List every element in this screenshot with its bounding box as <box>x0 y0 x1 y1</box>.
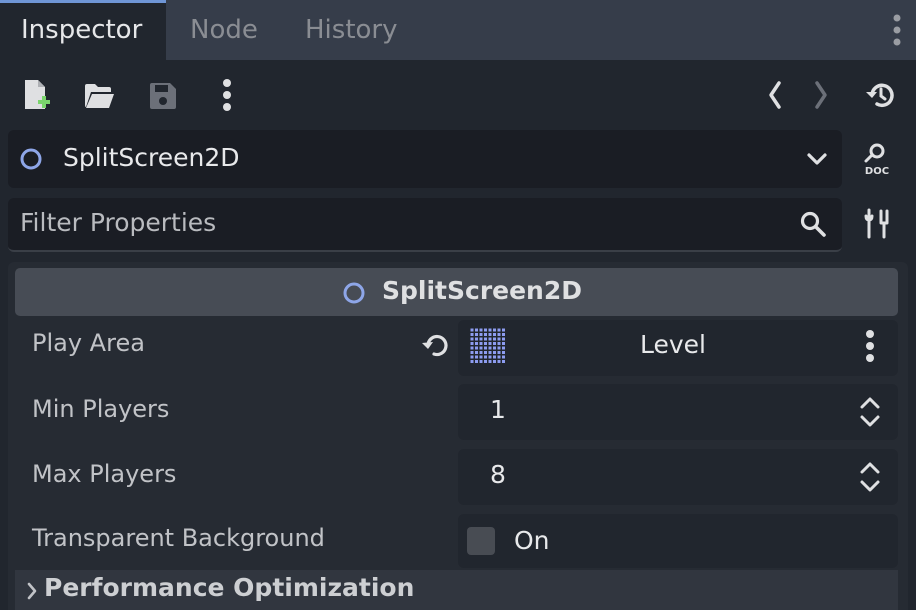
more-vertical-icon[interactable] <box>860 328 880 364</box>
property-label: Max Players <box>32 460 177 488</box>
property-label: Min Players <box>32 395 170 423</box>
doc-help-icon[interactable]: DOC <box>856 138 898 180</box>
max-players-spinbox[interactable] <box>458 449 898 505</box>
new-resource-icon[interactable] <box>18 76 54 114</box>
property-label: Play Area <box>32 329 145 357</box>
revert-icon[interactable] <box>418 330 452 362</box>
checkbox-label: On <box>514 526 550 555</box>
node-circle-icon <box>18 146 44 172</box>
min-players-value[interactable]: 1 <box>490 395 506 424</box>
history-icon[interactable] <box>860 78 898 112</box>
grid-texture-icon <box>470 328 506 364</box>
play-area-value: Level <box>640 330 706 359</box>
dock-menu-icon[interactable] <box>884 12 910 48</box>
property-label: Transparent Background <box>32 524 325 552</box>
node-circle-icon <box>341 280 367 306</box>
svg-text:DOC: DOC <box>865 166 889 177</box>
chevron-right-icon[interactable] <box>24 580 40 602</box>
max-players-value[interactable]: 8 <box>490 460 506 489</box>
stepper-arrows-icon[interactable] <box>856 459 884 495</box>
group-title: Performance Optimization <box>44 573 415 602</box>
open-folder-icon[interactable] <box>81 78 117 114</box>
tools-icon[interactable] <box>858 205 896 243</box>
stepper-arrows-icon[interactable] <box>856 394 884 430</box>
min-players-spinbox[interactable] <box>458 384 898 440</box>
checkbox[interactable] <box>467 527 495 555</box>
more-vertical-icon[interactable] <box>212 76 242 114</box>
section-title: SplitScreen2D <box>382 276 582 305</box>
chevron-down-icon[interactable] <box>802 146 832 172</box>
save-icon[interactable] <box>145 78 181 114</box>
tab-inspector[interactable]: Inspector <box>0 0 166 60</box>
tab-history[interactable]: History <box>305 0 398 60</box>
search-icon <box>796 207 830 241</box>
tab-node[interactable]: Node <box>190 0 258 60</box>
forward-arrow-icon[interactable] <box>808 78 834 112</box>
filter-properties-input[interactable]: Filter Properties <box>20 208 216 237</box>
object-name: SplitScreen2D <box>63 143 240 172</box>
back-arrow-icon[interactable] <box>762 78 788 112</box>
